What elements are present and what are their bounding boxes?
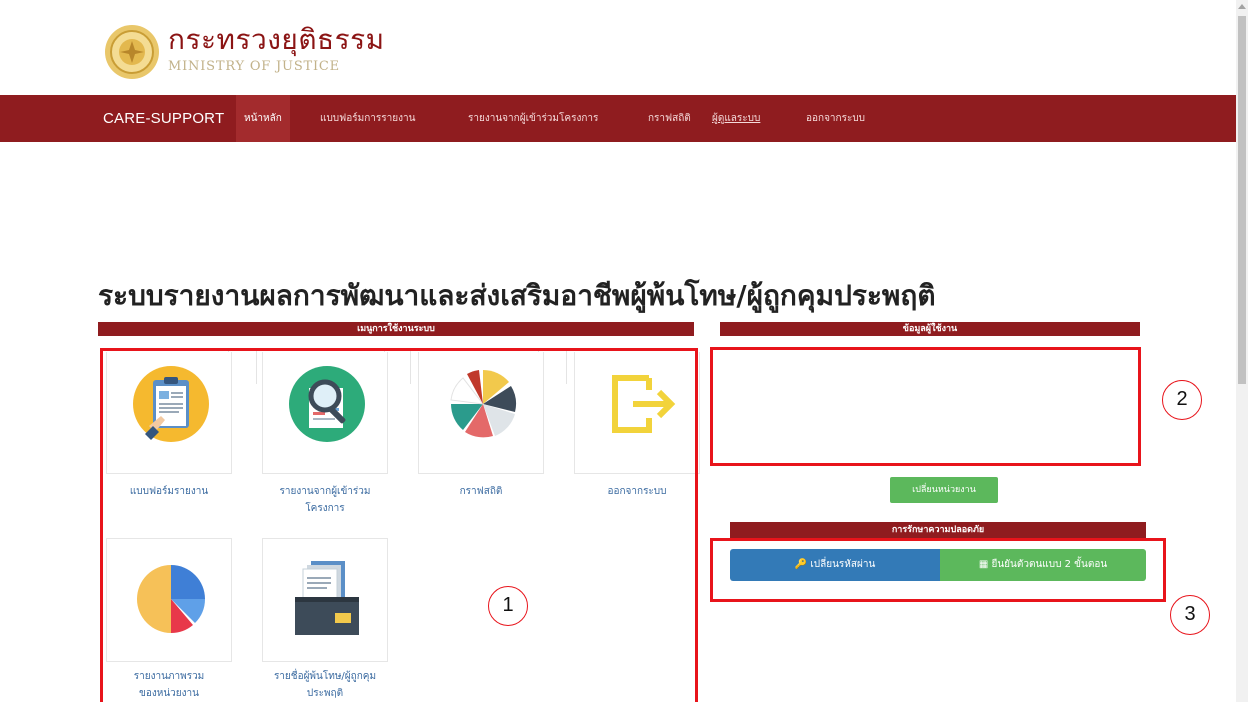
menu-section-header: เมนูการใช้งานระบบ [98, 322, 694, 336]
page-title: ระบบรายงานผลการพัฒนาและส่งเสริมอาชีพผู้พ… [98, 279, 936, 312]
logo-english-text: MINISTRY OF JUSTICE [168, 59, 340, 74]
brand-link[interactable]: CARE-SUPPORT [103, 110, 224, 127]
nav-participant-report[interactable]: รายงานจากผู้เข้าร่วมโครงการ [468, 95, 598, 142]
security-section-header: การรักษาความปลอดภัย [730, 522, 1146, 538]
user-info-section-header: ข้อมูลผู้ใช้งาน [720, 322, 1140, 336]
scroll-thumb[interactable] [1238, 16, 1246, 384]
ministry-seal-icon [105, 25, 159, 79]
annotation-box-menu [100, 348, 698, 702]
change-unit-button[interactable]: เปลี่ยนหน่วยงาน [890, 477, 998, 503]
annotation-number-3: 3 [1170, 595, 1210, 635]
annotation-box-user-info [710, 347, 1141, 466]
logo-thai-text: กระทรวงยุติธรรม [168, 23, 385, 56]
nav-statistics-graph[interactable]: กราฟสถิติ [648, 95, 691, 142]
annotation-number-1: 1 [488, 586, 528, 626]
nav-admin[interactable]: ผู้ดูแลระบบ [712, 95, 760, 142]
nav-logout[interactable]: ออกจากระบบ [806, 95, 865, 142]
scroll-up-arrow-icon[interactable] [1238, 4, 1246, 9]
ministry-logo[interactable]: กระทรวงยุติธรรม MINISTRY OF JUSTICE [104, 14, 434, 80]
top-navbar: CARE-SUPPORT หน้าหลัก แบบฟอร์มการรายงาน … [0, 95, 1236, 142]
nav-report-form[interactable]: แบบฟอร์มการรายงาน [320, 95, 415, 142]
annotation-box-security [710, 538, 1166, 602]
vertical-scrollbar[interactable] [1236, 0, 1248, 702]
annotation-number-2: 2 [1162, 380, 1202, 420]
nav-home[interactable]: หน้าหลัก [236, 95, 290, 142]
